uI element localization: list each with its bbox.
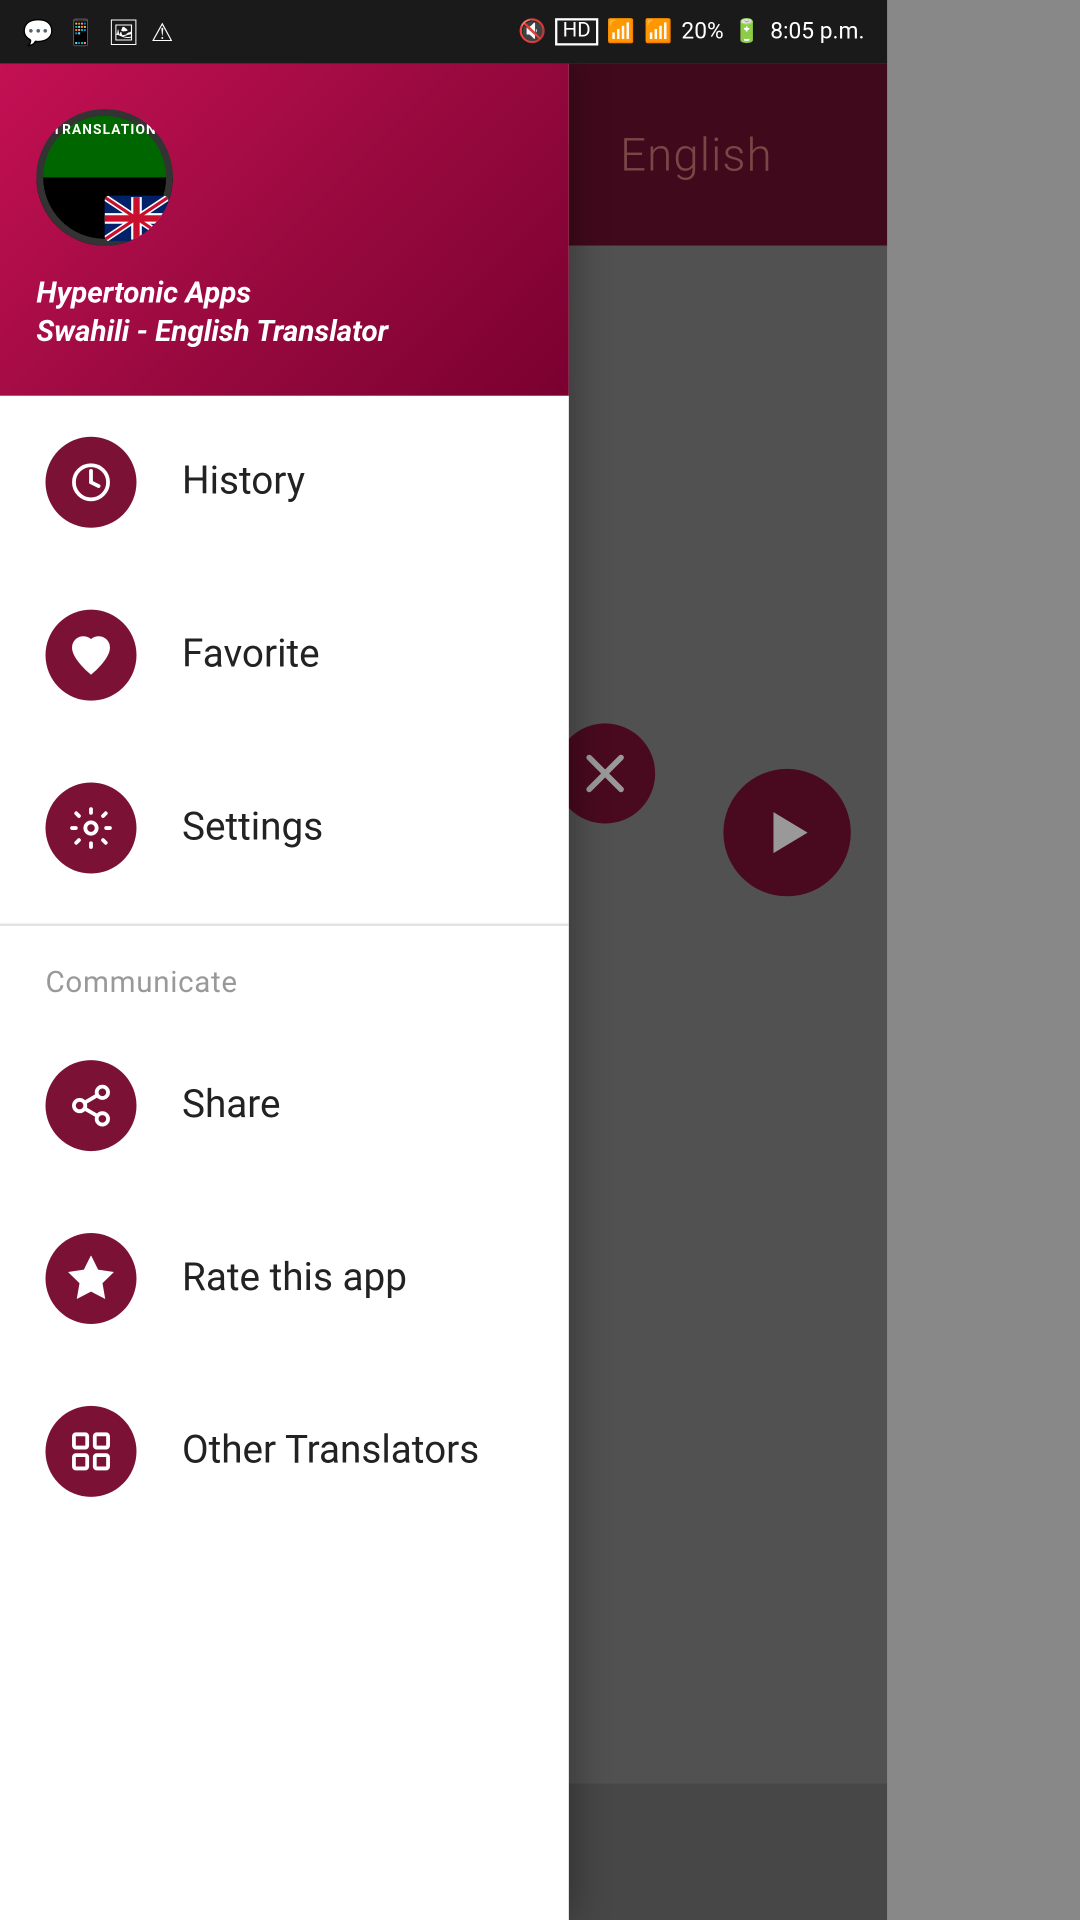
app-title: Hypertonic Apps Swahili - English Transl… [36,278,531,351]
rate-label: Rate this app [182,1256,407,1301]
time: 8:05 p.m. [770,19,864,44]
menu-item-favorite[interactable]: Favorite [0,569,568,742]
settings-label: Settings [182,805,323,850]
drawer-menu: History Favorite [0,396,568,1920]
app-logo: TRANSLATION [36,109,172,245]
grid-icon [68,1429,113,1474]
star-icon [68,1256,113,1301]
battery-icon: 🔋 [733,19,761,44]
hd-badge: HD [556,18,598,45]
drawer-header: TRANSLATION Hypertonic Apps Swahili - En… [0,64,568,396]
logo-inner: TRANSLATION [36,109,172,245]
app-company: Hypertonic Apps [36,278,531,312]
heart-icon [68,632,113,677]
signal-icon1: 📶 [607,19,635,44]
battery-text: 20% [681,19,723,44]
share-icon-circle [45,1060,136,1151]
favorite-icon-circle [45,610,136,701]
main-layout: English [0,64,887,1920]
history-icon-circle [45,437,136,528]
signal-icon2: 📶 [644,19,672,44]
whatsapp-icon: 💬 [23,17,54,47]
mute-icon: 🔇 [518,19,546,44]
communicate-section-header: Communicate [0,935,568,1019]
rate-icon-circle [45,1233,136,1324]
menu-item-translators[interactable]: Other Translators [0,1365,568,1538]
menu-divider [0,924,568,926]
menu-item-share[interactable]: Share [0,1019,568,1192]
history-label: History [182,460,305,505]
favorite-label: Favorite [182,632,320,677]
translators-label: Other Translators [182,1429,479,1474]
clock-icon [68,460,113,505]
image-icon: 🖼 [108,17,140,47]
app-root: 💬 📱 🖼 ⚠ 🔇 HD 📶 📶 20% 🔋 8:05 p.m. English [0,0,887,1920]
warning-icon: ⚠ [151,17,173,47]
menu-item-history[interactable]: History [0,396,568,569]
uk-flag [105,196,169,241]
status-left: 💬 📱 🖼 ⚠ [23,17,174,47]
navigation-drawer: TRANSLATION Hypertonic Apps Swahili - En… [0,64,568,1920]
status-right: 🔇 HD 📶 📶 20% 🔋 8:05 p.m. [518,18,864,45]
share-label: Share [182,1083,281,1128]
settings-icon-circle [45,783,136,874]
translators-icon-circle [45,1406,136,1497]
gear-icon [68,805,113,850]
status-bar: 💬 📱 🖼 ⚠ 🔇 HD 📶 📶 20% 🔋 8:05 p.m. [0,0,887,64]
app-name: Swahili - English Translator [36,316,531,350]
menu-item-rate[interactable]: Rate this app [0,1192,568,1365]
share-icon [68,1083,113,1128]
menu-item-settings[interactable]: Settings [0,742,568,915]
phone-icon: 📱 [65,17,96,47]
